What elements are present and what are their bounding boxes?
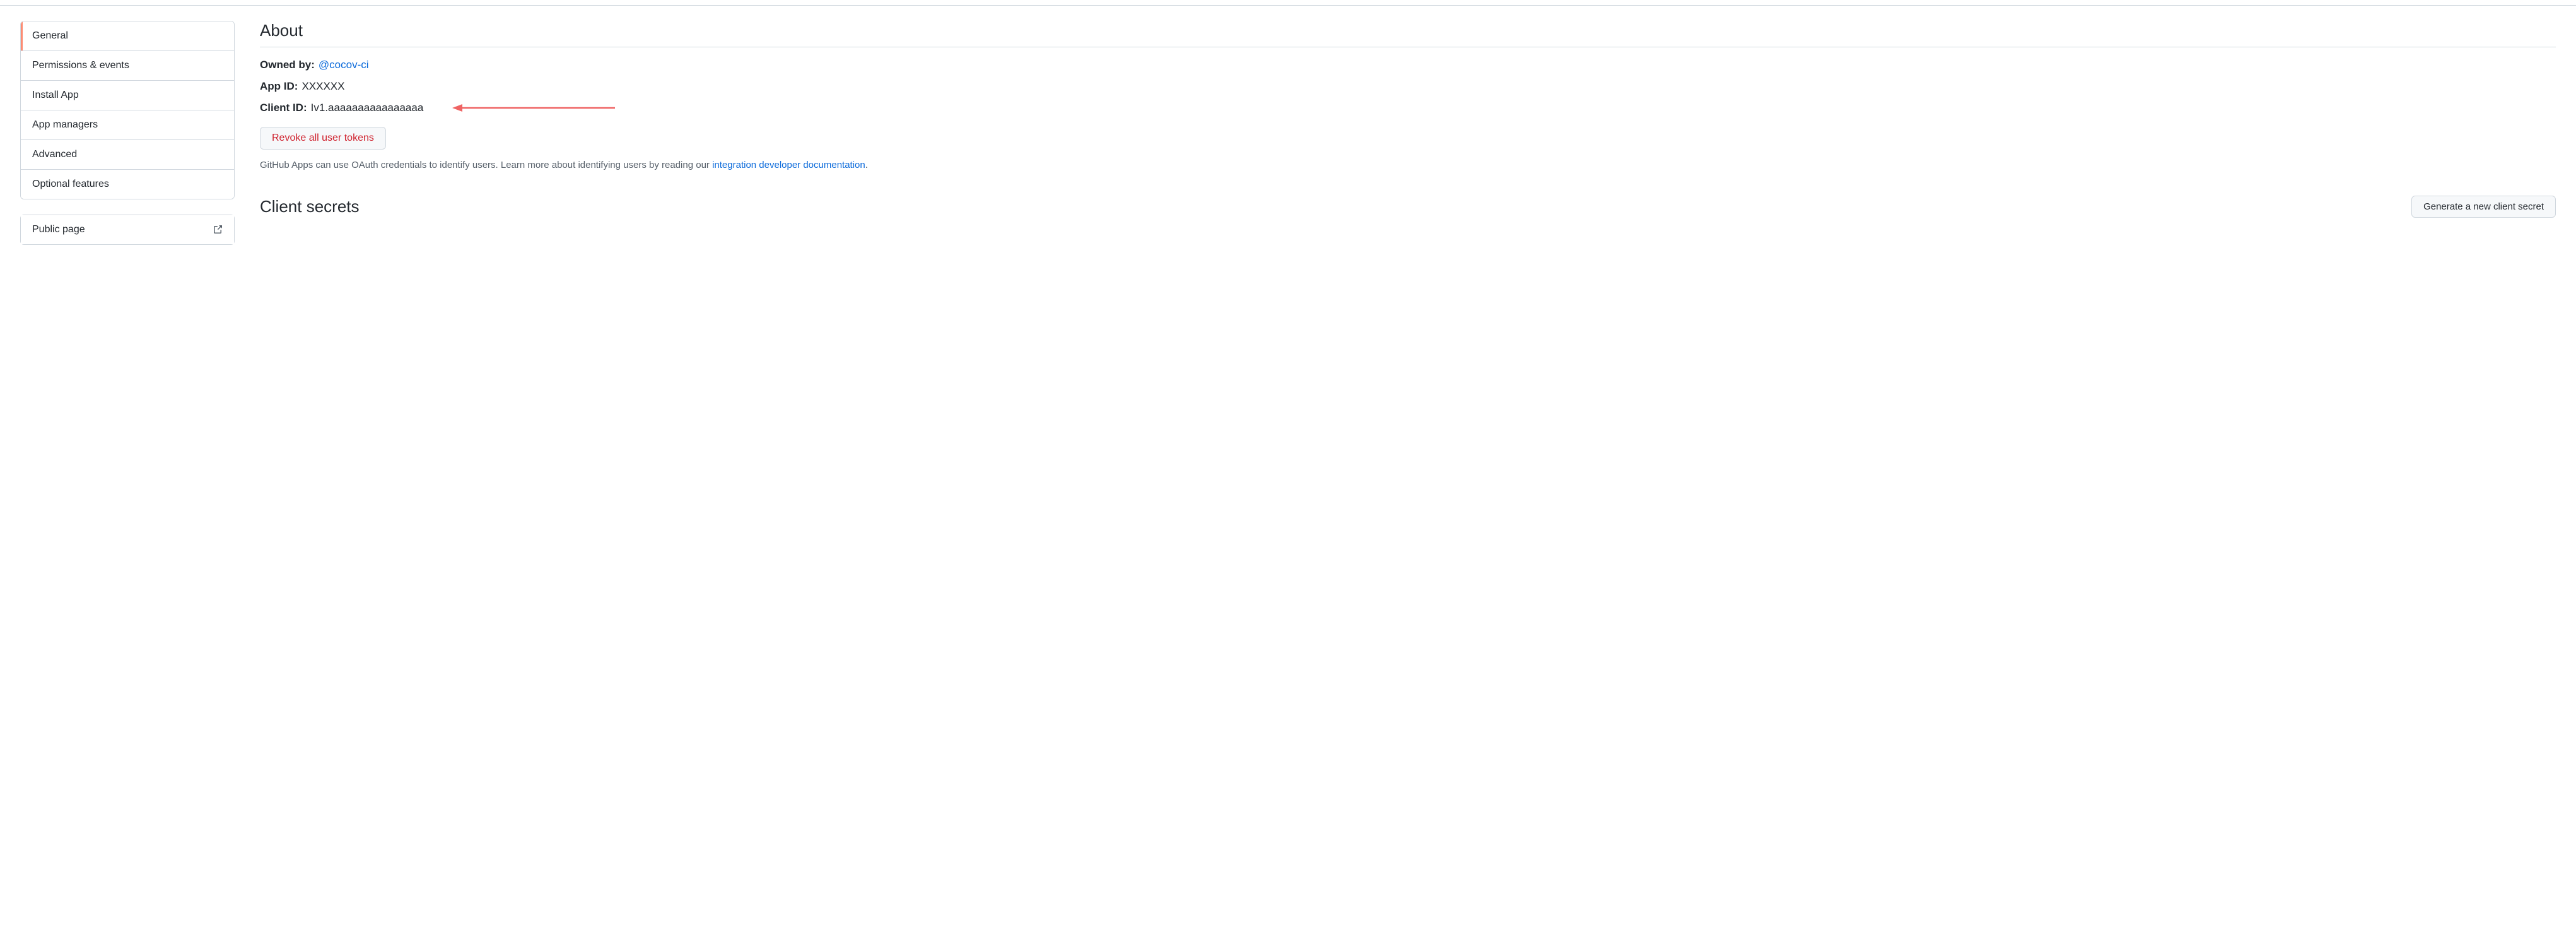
sidebar-item-app-managers[interactable]: App managers: [21, 110, 234, 140]
help-text-suffix: .: [865, 160, 868, 170]
sidebar-item-install-app[interactable]: Install App: [21, 81, 234, 110]
app-id-label: App ID:: [260, 80, 298, 93]
sidebar-item-public-page[interactable]: Public page: [21, 215, 234, 244]
sidebar-item-label: Install App: [32, 90, 79, 100]
help-text-prefix: GitHub Apps can use OAuth credentials to…: [260, 160, 712, 170]
sidebar-item-permissions-events[interactable]: Permissions & events: [21, 51, 234, 81]
sidebar-item-advanced[interactable]: Advanced: [21, 140, 234, 170]
sidebar-item-label: Public page: [32, 224, 85, 235]
client-id-row: Client ID: Iv1.aaaaaaaaaaaaaaaa: [260, 102, 2556, 114]
sidebar-item-label: Advanced: [32, 149, 77, 160]
integration-docs-link[interactable]: integration developer documentation: [712, 160, 865, 170]
sidebar-item-label: General: [32, 30, 68, 41]
sidebar-secondary: Public page: [20, 215, 235, 245]
sidebar: General Permissions & events Install App…: [20, 21, 235, 245]
revoke-all-tokens-button[interactable]: Revoke all user tokens: [260, 127, 386, 150]
main-content: About Owned by: @cocov-ci App ID: XXXXXX…: [260, 21, 2556, 245]
sidebar-item-general[interactable]: General: [21, 21, 234, 51]
client-secrets-header: Client secrets Generate a new client sec…: [260, 196, 2556, 218]
client-id-label: Client ID:: [260, 102, 307, 114]
page-container: General Permissions & events Install App…: [0, 6, 2576, 260]
generate-client-secret-button[interactable]: Generate a new client secret: [2411, 196, 2556, 218]
owned-by-row: Owned by: @cocov-ci: [260, 59, 2556, 71]
client-id-value: Iv1.aaaaaaaaaaaaaaaa: [311, 102, 424, 114]
external-link-icon: [213, 225, 223, 235]
owned-by-label: Owned by:: [260, 59, 315, 71]
sidebar-item-optional-features[interactable]: Optional features: [21, 170, 234, 199]
arrow-annotation-icon: [452, 103, 616, 113]
sidebar-item-label: Permissions & events: [32, 60, 129, 71]
owner-link[interactable]: @cocov-ci: [319, 59, 369, 71]
client-secrets-title: Client secrets: [260, 197, 360, 216]
sidebar-nav: General Permissions & events Install App…: [20, 21, 235, 199]
app-id-value: XXXXXX: [302, 80, 344, 93]
about-title: About: [260, 21, 2556, 47]
app-id-row: App ID: XXXXXX: [260, 80, 2556, 93]
sidebar-item-label: App managers: [32, 119, 98, 130]
sidebar-item-label: Optional features: [32, 179, 109, 189]
oauth-help-text: GitHub Apps can use OAuth credentials to…: [260, 158, 2556, 173]
